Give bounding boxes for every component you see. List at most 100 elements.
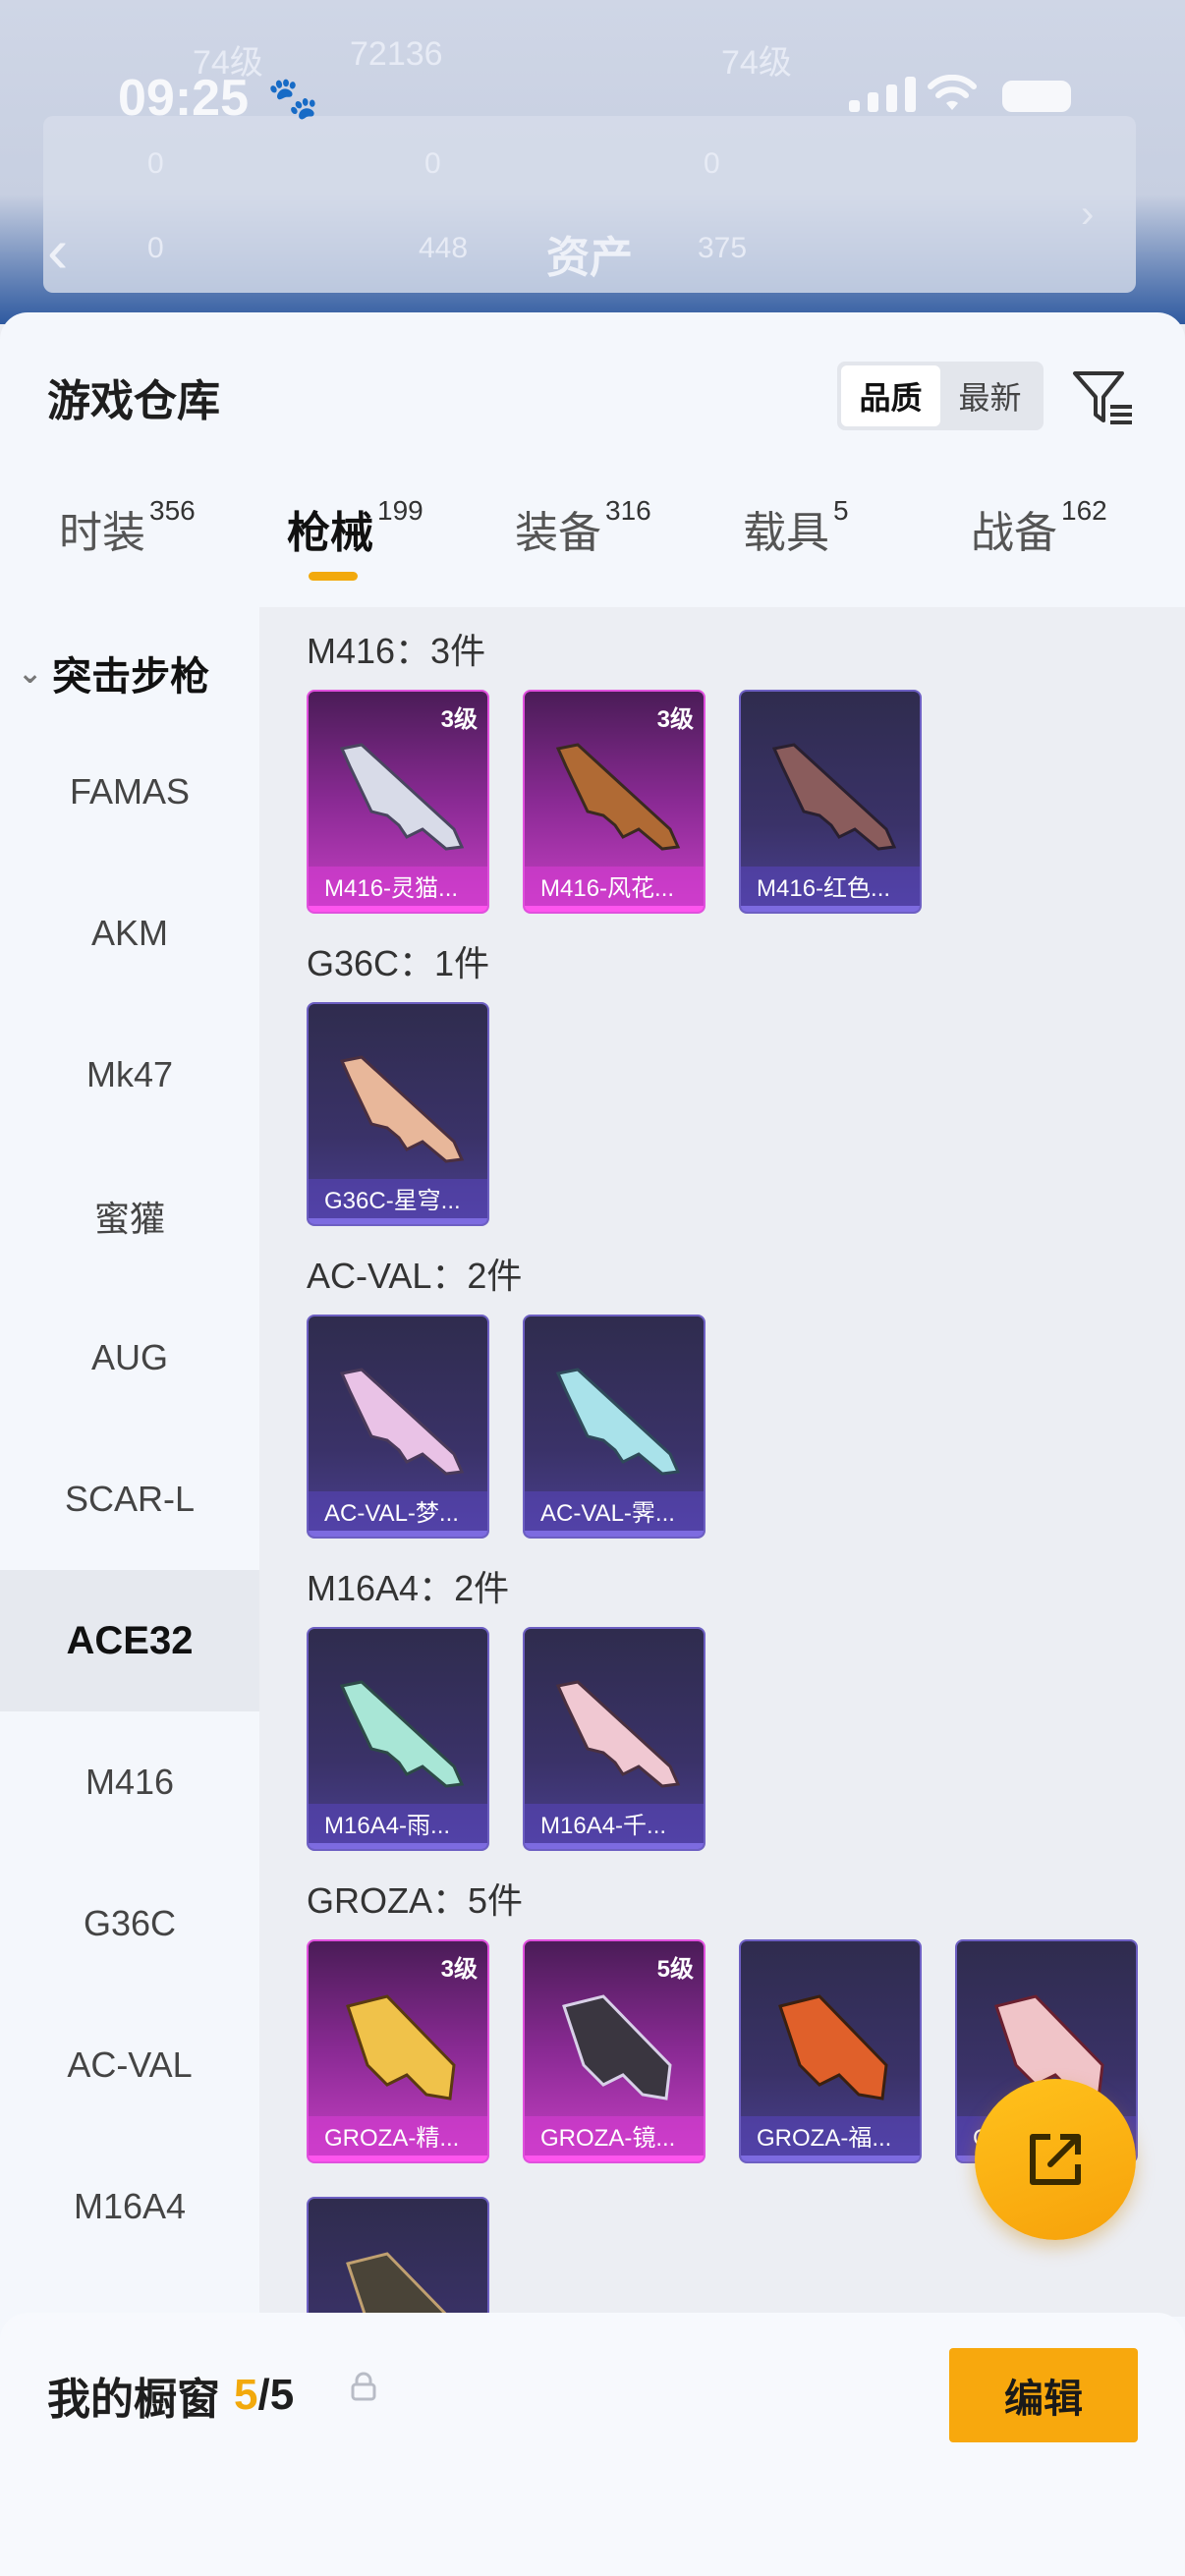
sort-toggle: 品质 最新 (837, 362, 1044, 430)
quality-strip (309, 1531, 487, 1537)
showcase-total: 5 (269, 2371, 295, 2419)
weapon-sidebar: ⌄ 突击步枪 FAMAS AKM Mk47 蜜獾 AUG SCAR-L ACE3… (0, 607, 259, 2317)
showcase-label: 我的橱窗 (47, 2376, 220, 2424)
sort-latest-button[interactable]: 最新 (940, 365, 1040, 426)
skin-card[interactable] (307, 2197, 489, 2317)
wifi-icon (928, 74, 977, 125)
back-arrow-icon[interactable]: ‹ (47, 214, 68, 287)
skin-card[interactable]: 3级 M416-风花... (523, 690, 705, 914)
tab-label: 装备 (515, 509, 601, 557)
rifle-icon (555, 1368, 681, 1476)
skin-card[interactable]: M16A4-千... (523, 1627, 705, 1851)
rifle-icon (771, 743, 897, 851)
sheet-title: 游戏仓库 (47, 377, 220, 425)
quality-strip (525, 1843, 704, 1849)
rifle-icon (339, 1055, 465, 1163)
category-tabs: 时装 356 枪械 199 装备 316 载具 5 战备 162 (0, 495, 1185, 605)
skin-card[interactable]: 3级 M416-灵猫... (307, 690, 489, 914)
warehouse-sheet: 游戏仓库 品质 最新 时装 356 枪械 199 装备 316 载具 5 战备 … (0, 312, 1185, 2576)
sort-quality-button[interactable]: 品质 (841, 365, 940, 426)
quality-strip (309, 1843, 487, 1849)
tab-count: 356 (149, 495, 196, 526)
quality-strip (309, 906, 487, 912)
group-heading: G36C：1件 (307, 943, 490, 983)
bg-stat: 448 (419, 232, 469, 264)
sidebar-category-label: 突击步枪 (52, 655, 210, 699)
tab-count: 316 (605, 495, 651, 526)
rifle-icon (339, 743, 465, 851)
sidebar-item-famas[interactable]: FAMAS (0, 721, 259, 863)
group-heading: GROZA：5件 (307, 1880, 524, 1921)
background-page-title: 资产 (546, 234, 633, 282)
share-icon (1030, 2134, 1081, 2185)
quality-strip (525, 2156, 704, 2161)
quality-strip (741, 2156, 920, 2161)
active-tab-indicator (309, 572, 358, 581)
weapon-grid: M416：3件 3级 M416-灵猫... 3级 M416-风花... M416… (259, 607, 1185, 2317)
skin-card[interactable]: AC-VAL-梦... (307, 1315, 489, 1539)
group-heading: M16A4：2件 (307, 1568, 510, 1608)
tab-label: 时装 (59, 509, 145, 557)
sidebar-item-ac-val[interactable]: AC-VAL (0, 1994, 259, 2136)
skin-card[interactable]: M416-红色... (739, 690, 922, 914)
group-heading: AC-VAL：2件 (307, 1256, 523, 1296)
group-heading: M416：3件 (307, 631, 486, 671)
skin-card[interactable]: 5级 GROZA-镜... (523, 1939, 705, 2163)
app-root: 74级 72136 74级 0 0 0 0 448 375 ‹ 资产 › 09:… (0, 0, 1185, 2576)
bg-stat: 0 (704, 147, 720, 180)
showcase-bar: 我的橱窗 5 / 5 编辑 (0, 2313, 1185, 2576)
battery-icon (1002, 81, 1071, 112)
tab-vehicles[interactable]: 载具 5 (743, 495, 849, 560)
sidebar-item-aug[interactable]: AUG (0, 1287, 259, 1428)
skin-card[interactable]: G36C-星穹... (307, 1002, 489, 1226)
tab-count: 199 (377, 495, 423, 526)
bg-stat: 0 (147, 232, 164, 264)
chevron-down-icon: ⌄ (18, 656, 43, 690)
skin-card[interactable]: M16A4-雨... (307, 1627, 489, 1851)
tab-equipment[interactable]: 装备 316 (515, 495, 651, 560)
share-button[interactable] (975, 2079, 1136, 2240)
sidebar-item-m16a4[interactable]: M16A4 (0, 2136, 259, 2277)
quality-strip (525, 1531, 704, 1537)
rifle-icon (339, 1680, 465, 1788)
rifle-icon (555, 743, 681, 851)
tab-fashion[interactable]: 时装 356 (59, 495, 196, 560)
filter-icon[interactable] (1071, 365, 1136, 430)
showcase-title: 我的橱窗 5 / 5 (47, 2364, 294, 2427)
showcase-current: 5 (234, 2371, 258, 2419)
tab-guns[interactable]: 枪械 199 (287, 495, 423, 581)
sidebar-item-g36c[interactable]: G36C (0, 1853, 259, 1994)
showcase-sep: / (257, 2371, 270, 2419)
bg-stat: 0 (424, 147, 441, 180)
skin-card[interactable]: AC-VAL-霁... (523, 1315, 705, 1539)
chevron-right-icon: › (1081, 193, 1095, 236)
tab-count: 162 (1061, 495, 1107, 526)
sidebar-item-ace32[interactable]: ACE32 (0, 1570, 259, 1711)
edit-button[interactable]: 编辑 (949, 2348, 1138, 2442)
paw-icon: 🐾 (267, 75, 319, 121)
tab-label: 枪械 (287, 509, 373, 557)
tab-label: 载具 (743, 509, 829, 557)
rifle-icon (562, 1994, 672, 2100)
rifle-icon (346, 2252, 451, 2317)
sidebar-item-scar-l[interactable]: SCAR-L (0, 1428, 259, 1570)
rifle-icon (339, 1368, 465, 1476)
sidebar-item-m416[interactable]: M416 (0, 1711, 259, 1853)
rifle-icon (778, 1994, 888, 2100)
quality-strip (309, 1218, 487, 1224)
sidebar-category[interactable]: ⌄ 突击步枪 (18, 644, 209, 701)
bg-stat: 375 (698, 232, 748, 264)
quality-strip (525, 906, 704, 912)
tab-count: 5 (833, 495, 849, 526)
sidebar-item-mk47[interactable]: Mk47 (0, 1004, 259, 1146)
status-bar: 09:25 🐾 (0, 61, 1185, 130)
sidebar-item-akm[interactable]: AKM (0, 863, 259, 1004)
skin-card[interactable]: GROZA-福... (739, 1939, 922, 2163)
quality-strip (741, 906, 920, 912)
status-time: 09:25 (118, 70, 249, 127)
tab-supplies[interactable]: 战备 162 (971, 495, 1107, 560)
skin-card[interactable]: 3级 GROZA-精... (307, 1939, 489, 2163)
signal-icon (849, 77, 916, 112)
sidebar-item-honey-badger[interactable]: 蜜獾 (0, 1146, 259, 1287)
tab-label: 战备 (971, 509, 1057, 557)
